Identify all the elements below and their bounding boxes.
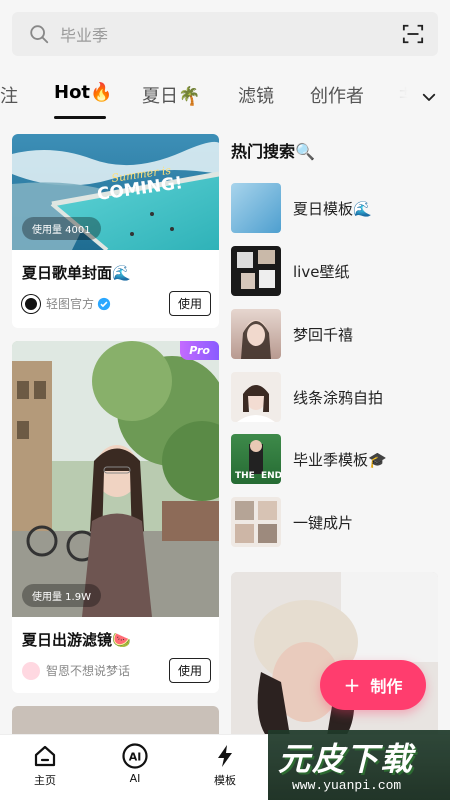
home-icon xyxy=(34,745,56,767)
card-image: Summer is COMING! 使用量 4001 xyxy=(12,134,219,252)
create-button[interactable]: + 制作 xyxy=(320,660,426,710)
verified-icon xyxy=(97,297,111,310)
hot-thumb xyxy=(231,372,281,422)
search-bar[interactable]: 毕业季 xyxy=(12,12,438,56)
hot-search-item[interactable]: 一键成片 xyxy=(231,497,441,547)
card-footer: 轻图官方 使用 xyxy=(12,283,219,326)
scan-icon[interactable] xyxy=(402,23,424,45)
hot-thumb xyxy=(231,246,281,296)
pro-badge: Pro xyxy=(180,341,219,360)
nav-label: 模板 xyxy=(214,774,236,787)
watermark-text: 元皮下载 xyxy=(278,740,415,778)
tab-creators[interactable]: 创作者 xyxy=(310,82,364,108)
hot-search-item[interactable]: THE END 毕业季模板🎓 xyxy=(231,434,441,484)
hot-search-label: 一键成片 xyxy=(293,513,354,532)
tab-follow[interactable]: 注 xyxy=(0,82,18,108)
tabs-fade xyxy=(376,70,416,120)
template-card[interactable]: Pro 使用量 1.9W 夏日出游滤镜🍉 智恩不想说梦话 使用 xyxy=(12,341,219,693)
tab-summer[interactable]: 夏日🌴 xyxy=(142,82,200,108)
nav-ai[interactable]: AI AI xyxy=(105,743,165,785)
svg-text:THE: THE xyxy=(235,471,255,481)
active-tab-indicator xyxy=(54,116,106,119)
hot-thumb xyxy=(231,309,281,359)
nav-templates[interactable]: 模板 xyxy=(195,743,255,788)
hot-search-label: live壁纸 xyxy=(293,262,350,281)
svg-text:END: END xyxy=(261,471,281,481)
hot-search-label: 线条涂鸦自拍 xyxy=(293,388,384,407)
nav-label: 主页 xyxy=(34,774,56,787)
avatar[interactable] xyxy=(22,294,40,313)
hot-thumb: THE END xyxy=(231,434,281,484)
watermark-url: www.yuanpi.com xyxy=(292,778,402,793)
card-title: 夏日出游滤镜🍉 xyxy=(22,631,131,649)
hot-search-item[interactable]: 线条涂鸦自拍 xyxy=(231,372,441,422)
category-tabs: 注 Hot🔥 夏日🌴 滤镜 创作者 ± xyxy=(0,70,450,120)
hot-thumb xyxy=(231,183,281,233)
svg-text:AI: AI xyxy=(129,751,142,764)
create-button-label: 制作 xyxy=(370,677,403,696)
ai-icon: AI xyxy=(122,743,148,769)
hot-search-item[interactable]: 梦回千禧 xyxy=(231,309,441,359)
template-card[interactable]: Summer is COMING! 使用量 4001 夏日歌单封面🌊 轻图官方 … xyxy=(12,134,219,328)
use-button[interactable]: 使用 xyxy=(168,658,211,683)
usage-count: 使用量 1.9W xyxy=(22,584,101,607)
hot-search-item[interactable]: live壁纸 xyxy=(231,246,441,296)
author-name[interactable]: 智恩不想说梦话 xyxy=(46,662,169,679)
hot-search-title: 热门搜索🔍 xyxy=(231,142,315,161)
tab-filters[interactable]: 滤镜 xyxy=(238,82,274,108)
search-icon xyxy=(30,25,49,44)
nav-label: AI xyxy=(129,772,141,785)
nav-home[interactable]: 主页 xyxy=(15,743,75,788)
plus-icon: + xyxy=(343,673,361,697)
card-footer: 智恩不想说梦话 使用 xyxy=(12,650,219,693)
chevron-down-icon[interactable] xyxy=(420,88,438,106)
hot-search-label: 梦回千禧 xyxy=(293,325,354,344)
hot-search-label: 毕业季模板🎓 xyxy=(293,450,387,469)
street-photo xyxy=(12,341,219,617)
author-name[interactable]: 轻图官方 xyxy=(46,295,94,312)
hot-search-item[interactable]: 夏日模板🌊 xyxy=(231,183,441,233)
avatar[interactable] xyxy=(22,661,40,680)
hot-thumb xyxy=(231,497,281,547)
search-placeholder: 毕业季 xyxy=(60,26,109,45)
lightning-icon xyxy=(218,745,232,767)
tab-hot[interactable]: Hot🔥 xyxy=(54,82,112,103)
use-button[interactable]: 使用 xyxy=(168,291,211,316)
card-image: Pro 使用量 1.9W xyxy=(12,341,219,617)
card-image xyxy=(231,572,438,742)
usage-count: 使用量 4001 xyxy=(22,217,101,240)
card-title: 夏日歌单封面🌊 xyxy=(22,264,131,282)
watermark: 元皮下载 www.yuanpi.com xyxy=(268,730,450,800)
template-card[interactable] xyxy=(231,572,438,742)
hot-search-label: 夏日模板🌊 xyxy=(293,199,372,218)
